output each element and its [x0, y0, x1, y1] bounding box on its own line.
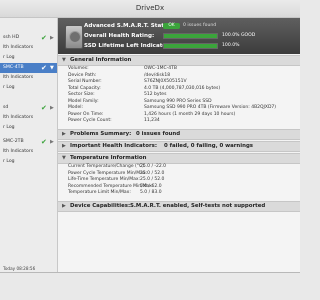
sidebar-item-label: lth Indicators: [3, 75, 34, 80]
sidebar-item-drive[interactable]: sd ✔ ▶: [0, 103, 57, 113]
disclosure-triangle-icon: ▼: [62, 57, 66, 63]
problems-summary-value: 0 issues found: [136, 131, 181, 137]
disclosure-triangle-icon: ▶: [62, 131, 66, 137]
drive-header: Advanced S.M.A.R.T. Status: OK 0 issues …: [58, 18, 300, 54]
sidebar: ssh HD ✔ ▶ lth Indicators r Log SMC-4TB …: [0, 18, 58, 272]
device-capabilities-header[interactable]: ▶ Device Capabilities: S.M.A.R.T. enable…: [58, 201, 300, 212]
sidebar-item-label: r Log: [3, 125, 15, 130]
checkmark-icon: ✔: [41, 104, 47, 112]
health-indicators-header[interactable]: ▶ Important Health Indicators: 0 failed,…: [58, 141, 300, 152]
sidebar-item-drive[interactable]: SMC-2TB ✔ ▶: [0, 137, 57, 147]
health-rating-label: Overall Health Rating:: [84, 33, 155, 39]
health-rating-value: 100.0% GOOD: [222, 33, 256, 38]
health-rating-bar: [163, 33, 218, 39]
sidebar-item-label: lth Indicators: [3, 115, 34, 120]
chevron-down-icon: ▼: [50, 65, 54, 71]
issues-count: 0 issues found: [183, 23, 217, 28]
sidebar-item-label: SMC-2TB: [3, 139, 24, 144]
window-title: DriveDx: [0, 0, 300, 18]
sidebar-item-health[interactable]: lth Indicators: [0, 43, 57, 53]
sidebar-item-log[interactable]: r Log: [0, 123, 57, 133]
temperature-row: Temperature Limit Min/Max: 5.0 / 83.0: [68, 190, 162, 195]
general-info-header[interactable]: ▼ General Information: [58, 55, 300, 66]
problems-summary-header[interactable]: ▶ Problems Summary: 0 issues found: [58, 129, 300, 140]
sidebar-item-drive[interactable]: ssh HD ✔ ▶: [0, 33, 57, 43]
sidebar-item-health[interactable]: lth Indicators: [0, 113, 57, 123]
temperature-info-header[interactable]: ▼ Temperature Information: [58, 153, 300, 164]
main-content: Advanced S.M.A.R.T. Status: OK 0 issues …: [58, 18, 300, 272]
checkmark-icon: ✔: [41, 64, 47, 72]
disclosure-triangle-icon: ▶: [62, 143, 66, 149]
disclosure-triangle-icon: ▼: [62, 155, 66, 161]
smart-status-label: Advanced S.M.A.R.T. Status:: [84, 23, 174, 29]
disclosure-triangle-icon: ▶: [62, 203, 66, 209]
sidebar-item-label: lth Indicators: [3, 45, 34, 50]
lifetime-value: 100.0%: [222, 43, 240, 48]
sidebar-item-label: lth Indicators: [3, 149, 34, 154]
sidebar-item-label: r Log: [3, 85, 15, 90]
sidebar-item-health[interactable]: lth Indicators: [0, 147, 57, 157]
device-capabilities-value: S.M.A.R.T. enabled, Self-tests not suppo…: [130, 203, 266, 209]
sidebar-item[interactable]: [0, 20, 57, 30]
sidebar-item-label: sd: [3, 105, 9, 110]
chevron-right-icon: ▶: [50, 139, 54, 145]
checkmark-icon: ✔: [41, 138, 47, 146]
checkmark-icon: ✔: [41, 34, 47, 42]
chevron-right-icon: ▶: [50, 105, 54, 111]
sidebar-status: Today 08:28:56: [3, 266, 36, 271]
sidebar-item-log[interactable]: r Log: [0, 53, 57, 63]
sidebar-item-drive-selected[interactable]: SMC-4TB ✔ ▼: [0, 63, 57, 73]
sidebar-item-health[interactable]: lth Indicators: [0, 73, 57, 83]
sidebar-item-label: r Log: [3, 55, 15, 60]
lifetime-bar: [163, 43, 218, 49]
app-window: DriveDx ssh HD ✔ ▶ lth Indicators r Log …: [0, 0, 300, 273]
sidebar-item-log[interactable]: r Log: [0, 157, 57, 167]
info-row: Power Cycle Count: 11,234: [68, 118, 160, 123]
smart-status-badge: OK: [163, 23, 180, 29]
health-indicators-value: 0 failed, 0 failing, 0 warnings: [164, 143, 254, 149]
hard-drive-icon: [65, 25, 83, 49]
sidebar-item-label: ssh HD: [3, 35, 20, 40]
sidebar-item-log[interactable]: r Log: [0, 83, 57, 93]
chevron-right-icon: ▶: [50, 35, 54, 41]
sidebar-item-label: r Log: [3, 159, 15, 164]
lifetime-label: SSD Lifetime Left Indicator:: [84, 43, 172, 49]
sidebar-item-label: SMC-4TB: [3, 65, 24, 70]
